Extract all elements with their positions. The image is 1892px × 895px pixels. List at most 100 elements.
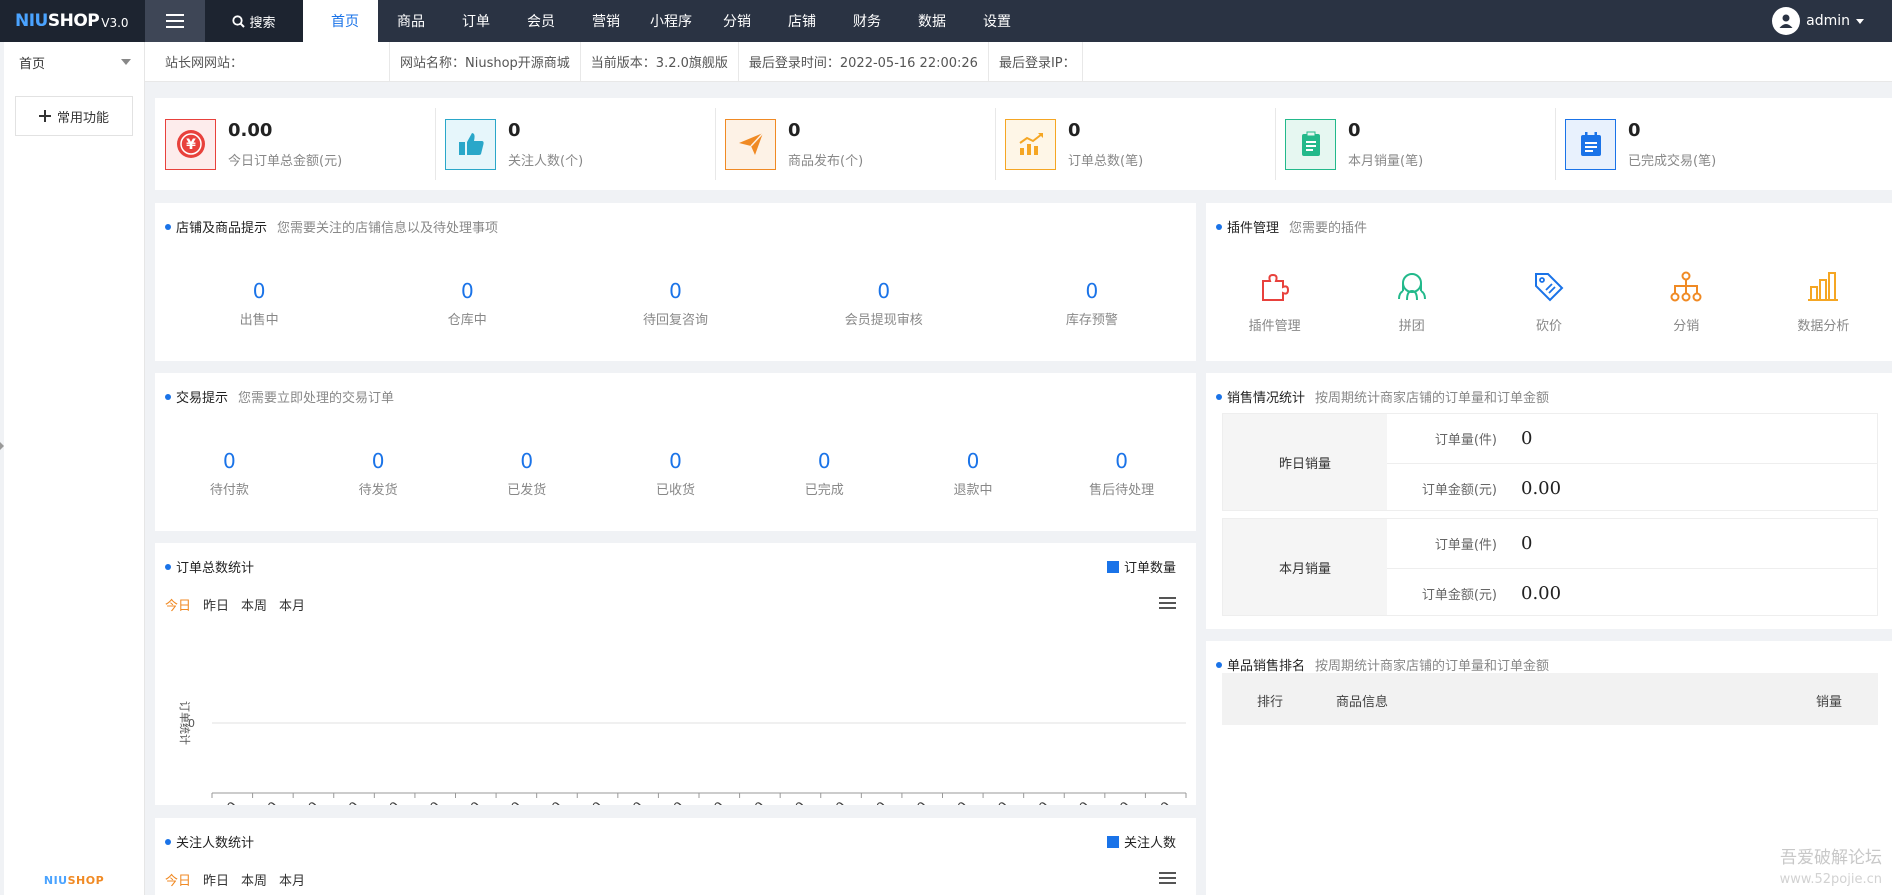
- x-tick-label: 9:00: [575, 799, 606, 805]
- panel-title-text: 关注人数统计: [176, 836, 255, 851]
- legend-swatch: [1106, 835, 1119, 848]
- main-nav: 首页 商品 订单 会员 营销 小程序 分销 店铺 财务 数据 设置: [303, 0, 1029, 42]
- nav-marketing[interactable]: 营销: [573, 0, 638, 42]
- paper-plane-icon: [738, 132, 764, 155]
- nav-goods[interactable]: 商品: [378, 0, 443, 42]
- plugin-item-bargain[interactable]: 砍价: [1480, 269, 1617, 334]
- count-value: 0: [669, 449, 682, 473]
- count-item[interactable]: 0 已收货: [601, 449, 750, 498]
- nav-finance[interactable]: 财务: [834, 0, 899, 42]
- niushop-logo[interactable]: NIU SHOP V3.0: [0, 0, 145, 42]
- store-goods-panel: 店铺及商品提示 您需要关注的店铺信息以及待处理事项 0 出售中 0 仓库中 0 待回复…: [155, 203, 1196, 361]
- tab-today[interactable]: 今日: [165, 870, 191, 889]
- panel-subtitle: 您需要立即处理的交易订单: [238, 391, 395, 406]
- stat-value: 0: [1628, 119, 1641, 141]
- user-icon: [1779, 14, 1793, 28]
- chart-legend[interactable]: 关注人数: [1106, 832, 1176, 851]
- count-label: 库存预警: [1065, 313, 1118, 328]
- count-item[interactable]: 0 出售中: [155, 279, 363, 328]
- x-tick-label: 11:00: [650, 799, 687, 805]
- panel-title-text: 销售情况统计: [1227, 391, 1306, 406]
- sales-value: 0.00: [1521, 582, 1562, 604]
- plugin-label: 拼团: [1398, 319, 1425, 334]
- x-tick-label: 0:00: [210, 799, 241, 805]
- stat-label: 订单总数(笔): [1068, 153, 1144, 169]
- site-info-station: 站长网网站：: [145, 41, 390, 82]
- count-item[interactable]: 0 待发货: [304, 449, 453, 498]
- nav-home[interactable]: 首页: [303, 0, 378, 42]
- sidebar-collapse-handle[interactable]: [0, 442, 4, 450]
- plugin-label: 数据分析: [1797, 319, 1850, 334]
- hamburger-icon: [166, 14, 184, 28]
- x-tick-label: 17:00: [894, 799, 931, 805]
- chart-menu-button[interactable]: [1159, 872, 1176, 887]
- period-tabs: 今日 昨日 本周 本月: [165, 870, 305, 889]
- stat-label: 关注人数(个): [508, 153, 584, 169]
- count-item[interactable]: 0 会员提现审核: [780, 279, 988, 328]
- common-functions-button[interactable]: 常用功能: [15, 96, 133, 136]
- count-value: 0: [1115, 449, 1129, 473]
- site-info-bar: 站长网网站： 网站名称：Niushop开源商城 当前版本：3.2.0旗舰版 最后…: [145, 41, 1892, 82]
- bullet-dot: [165, 223, 171, 230]
- footer-logo-niu: NIU: [43, 874, 68, 887]
- search-button[interactable]: 搜索: [205, 0, 303, 42]
- sales-value: 0: [1521, 428, 1533, 449]
- site-info-name: 网站名称：Niushop开源商城: [390, 41, 581, 82]
- panel-subtitle: 您需要关注的店铺信息以及待处理事项: [277, 221, 499, 236]
- plugin-item-plugin-manage[interactable]: 插件管理: [1206, 269, 1343, 334]
- count-value: 0: [966, 449, 980, 473]
- count-label: 退款中: [953, 483, 993, 498]
- trend-chart-icon: [1018, 133, 1043, 155]
- count-item[interactable]: 0 待回复咨询: [571, 279, 779, 328]
- sales-key: 订单量(件): [1434, 433, 1497, 448]
- count-item[interactable]: 0 仓库中: [363, 279, 571, 328]
- sidebar-item-home[interactable]: 首页: [4, 42, 144, 82]
- nav-orders[interactable]: 订单: [443, 0, 508, 42]
- stat-icon-box: [1285, 118, 1336, 170]
- count-item[interactable]: 0 退款中: [899, 449, 1048, 498]
- nav-distribution[interactable]: 分销: [704, 0, 769, 42]
- order-count-chart-panel: 订单总数统计 订单数量 今日 昨日 本周 本月 订单统计00:001:002:0…: [155, 543, 1196, 805]
- x-tick-label: 21:00: [1056, 799, 1093, 805]
- panel-subtitle: 您需要的插件: [1289, 221, 1368, 236]
- chart-legend[interactable]: 订单数量: [1106, 557, 1176, 576]
- sales-value: 0: [1521, 533, 1533, 554]
- panel-title: 销售情况统计 按周期统计商家店铺的订单量和订单金额: [1216, 387, 1549, 406]
- x-tick-label: 18:00: [935, 799, 972, 805]
- plugin-item-distribution[interactable]: 分销: [1618, 269, 1755, 334]
- x-tick-label: 8:00: [535, 799, 566, 805]
- nav-data[interactable]: 数据: [899, 0, 964, 42]
- x-tick-label: 7:00: [494, 799, 525, 805]
- sales-key: 订单量(件): [1434, 538, 1497, 553]
- menu-toggle-button[interactable]: [145, 0, 205, 42]
- x-tick-label: 12:00: [691, 799, 728, 805]
- tab-this-week[interactable]: 本周: [241, 870, 267, 889]
- watermark: 吾爱破解论坛 www.52pojie.cn: [1780, 847, 1882, 891]
- x-tick-label: 6:00: [453, 799, 484, 805]
- panel-title-text: 交易提示: [176, 391, 229, 406]
- sales-block-yesterday: 昨日销量 订单量(件) 0 订单金额(元) 0.00: [1222, 413, 1878, 511]
- count-label: 待回复咨询: [643, 313, 709, 328]
- plugin-item-data-analysis[interactable]: 数据分析: [1755, 269, 1892, 334]
- stat-icon-box: [725, 118, 776, 170]
- count-item[interactable]: 0 已发货: [452, 449, 601, 498]
- count-label: 已完成: [804, 483, 844, 498]
- top-bar: NIU SHOP V3.0 搜索 首页 商品 订单 会员 营销 小程序 分销 店铺 …: [0, 0, 1892, 42]
- nav-mini-program[interactable]: 小程序: [638, 0, 704, 42]
- x-tick-label: 14:00: [772, 799, 809, 805]
- count-value: 0: [669, 279, 682, 303]
- count-item[interactable]: 0 已完成: [750, 449, 899, 498]
- nav-members[interactable]: 会员: [508, 0, 573, 42]
- count-label: 已发货: [507, 483, 547, 498]
- count-item[interactable]: 0 库存预警: [988, 279, 1196, 328]
- count-item[interactable]: 0 待付款: [155, 449, 304, 498]
- nav-settings[interactable]: 设置: [964, 0, 1029, 42]
- user-menu[interactable]: admin: [1772, 0, 1864, 42]
- count-item[interactable]: 0 售后待处理: [1047, 449, 1196, 498]
- tab-yesterday[interactable]: 昨日: [203, 870, 229, 889]
- avatar: [1772, 7, 1801, 35]
- tab-this-month[interactable]: 本月: [279, 870, 305, 889]
- count-label: 会员提现审核: [844, 313, 923, 328]
- plugin-item-group-buy[interactable]: 拼团: [1343, 269, 1480, 334]
- nav-store[interactable]: 店铺: [769, 0, 834, 42]
